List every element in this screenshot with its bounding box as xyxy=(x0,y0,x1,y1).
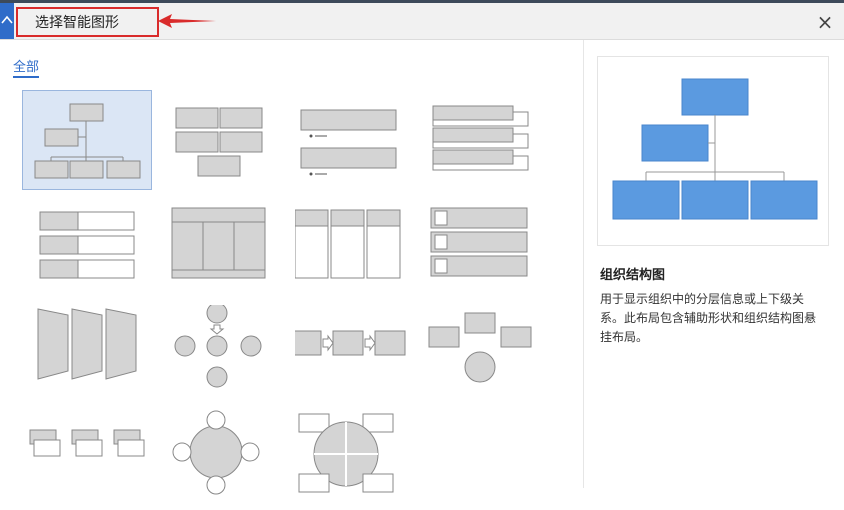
thumbnail-vertical-box-list[interactable] xyxy=(295,200,425,300)
thumbnail-vertical-bullet-list[interactable] xyxy=(22,200,152,300)
thumbnail-organization-chart[interactable] xyxy=(22,90,152,190)
app-logo-icon xyxy=(0,3,14,39)
thumbnail-converging-arrows[interactable] xyxy=(425,305,555,405)
annotation-arrow-icon xyxy=(158,14,216,28)
thumbnail-shape-process[interactable] xyxy=(22,305,152,405)
category-tab-all[interactable]: 全部 xyxy=(13,56,40,78)
thumbnail-step-down-process[interactable] xyxy=(22,410,152,510)
preview-description: 用于显示组织中的分层信息或上下级关系。此布局包含辅助形状和组织结构图悬挂布局。 xyxy=(600,292,817,344)
thumbnail-converging-radial[interactable] xyxy=(168,305,298,405)
thumbnail-table-hierarchy[interactable] xyxy=(168,200,298,300)
thumbnail-segmented-cycle[interactable] xyxy=(295,410,425,510)
preview-panel: 组织结构图 用于显示组织中的分层信息或上下级关系。此布局包含辅助形状和组织结构图… xyxy=(583,40,844,488)
thumbnail-radial-circles[interactable] xyxy=(168,410,298,510)
preview-title: 组织结构图 xyxy=(600,268,666,283)
annotation-highlight-box xyxy=(16,7,159,37)
thumbnail-stacked-list[interactable] xyxy=(295,90,425,190)
dialog-title-bar: 选择智能图形 × xyxy=(0,3,844,40)
thumbnail-picture-caption-list[interactable] xyxy=(425,200,555,300)
gallery-panel: 全部 xyxy=(0,40,583,495)
thumbnail-grid-blocks[interactable] xyxy=(168,90,298,190)
preview-image xyxy=(597,56,829,246)
close-button[interactable]: × xyxy=(812,9,838,35)
thumbnail-bracket-list[interactable] xyxy=(425,90,555,190)
thumbnail-basic-process[interactable] xyxy=(295,305,425,405)
